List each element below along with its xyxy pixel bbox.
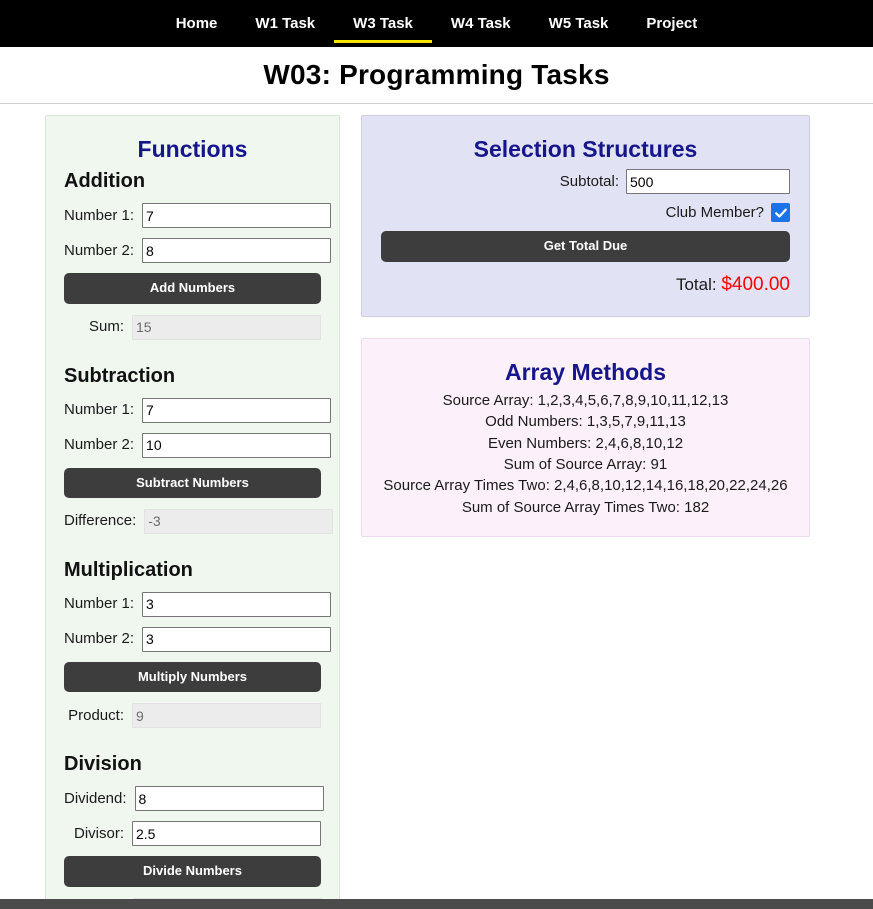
nav-link-home[interactable]: Home (157, 4, 237, 43)
total-label: Total: (675, 274, 717, 294)
total-due-row: Total: $400.00 (381, 274, 790, 297)
array-odd-line: Odd Numbers: 1,3,5,7,9,11,13 (485, 413, 686, 431)
main-navigation: Home W1 Task W3 Task W4 Task W5 Task Pro… (0, 0, 873, 47)
addition-heading: Addition (64, 170, 146, 193)
total-amount-value: $400.00 (721, 273, 790, 295)
addition-sum-row: Sum: (64, 314, 321, 340)
club-member-row: Club Member? (381, 203, 790, 223)
multiplication-number1-label: Number 1: (64, 595, 135, 613)
addition-number1-label: Number 1: (64, 206, 135, 224)
subtraction-number2-input[interactable] (142, 432, 332, 458)
division-dividend-row: Dividend: (64, 786, 324, 812)
multiply-numbers-button[interactable]: Multiply Numbers (64, 661, 321, 693)
division-dividend-input[interactable] (134, 786, 324, 812)
content-area: Functions Addition Number 1: Number 2: A… (0, 104, 873, 909)
array-methods-title: Array Methods (504, 359, 667, 386)
addition-sum-label: Sum: (88, 318, 124, 336)
subtract-numbers-button[interactable]: Subtract Numbers (64, 467, 321, 498)
addition-number1-row: Number 1: (64, 203, 332, 229)
subtraction-heading: Subtraction (64, 364, 176, 387)
subtraction-difference-label: Difference: (64, 512, 137, 530)
subtraction-number2-row: Number 2: (64, 432, 332, 458)
array-sum-line: Sum of Source Array: 91 (503, 455, 668, 473)
nav-link-w5-task[interactable]: W5 Task (530, 4, 628, 43)
multiplication-number2-input[interactable] (142, 626, 332, 652)
multiplication-product-output (132, 703, 321, 729)
addition-number2-row: Number 2: (64, 238, 332, 264)
division-heading: Division (64, 753, 142, 776)
nav-link-w4-task[interactable]: W4 Task (432, 4, 530, 43)
array-times-two-line: Source Array Times Two: 2,4,6,8,10,12,14… (383, 477, 788, 495)
multiplication-number2-row: Number 2: (64, 626, 332, 652)
subtraction-number1-input[interactable] (142, 397, 332, 423)
multiplication-product-label: Product: (68, 706, 124, 724)
addition-sum-output (132, 314, 321, 340)
checkmark-icon (774, 208, 787, 218)
array-methods-panel: Array Methods Source Array: 1,2,3,4,5,6,… (361, 338, 810, 537)
division-divisor-input[interactable] (132, 821, 321, 847)
division-divisor-row: Divisor: (64, 821, 321, 847)
selection-structures-title: Selection Structures (473, 135, 698, 162)
multiplication-product-row: Product: (64, 703, 321, 729)
nav-link-w1-task[interactable]: W1 Task (236, 4, 334, 43)
addition-number2-label: Number 2: (64, 241, 135, 259)
right-column: Selection Structures Subtotal: Club Memb… (340, 114, 810, 537)
addition-number2-input[interactable] (142, 238, 332, 264)
subtotal-input[interactable] (626, 169, 790, 195)
left-column: Functions Addition Number 1: Number 2: A… (0, 114, 340, 909)
page-viewport: Home W1 Task W3 Task W4 Task W5 Task Pro… (0, 0, 873, 909)
multiplication-number2-label: Number 2: (64, 630, 135, 648)
array-sum-times-two-line: Sum of Source Array Times Two: 182 (461, 498, 710, 516)
subtraction-number1-row: Number 1: (64, 397, 332, 423)
divide-numbers-button[interactable]: Divide Numbers (64, 856, 321, 887)
subtotal-label: Subtotal: (559, 173, 619, 191)
division-dividend-label: Dividend: (64, 789, 127, 807)
club-member-label: Club Member? (665, 204, 764, 222)
subtraction-number2-label: Number 2: (64, 436, 135, 454)
club-member-checkbox[interactable] (771, 203, 790, 223)
selection-structures-panel: Selection Structures Subtotal: Club Memb… (361, 114, 810, 318)
array-even-line: Even Numbers: 2,4,6,8,10,12 (487, 434, 684, 452)
multiplication-number1-row: Number 1: (64, 591, 332, 617)
horizontal-scrollbar[interactable] (0, 899, 873, 909)
addition-number1-input[interactable] (142, 203, 332, 229)
array-source-line: Source Array: 1,2,3,4,5,6,7,8,9,10,11,12… (442, 392, 729, 410)
subtraction-difference-row: Difference: (64, 508, 334, 534)
functions-title: Functions (137, 135, 248, 162)
subtotal-row: Subtotal: (381, 169, 790, 195)
multiplication-heading: Multiplication (64, 558, 193, 581)
get-total-due-button[interactable]: Get Total Due (381, 231, 790, 262)
functions-panel: Functions Addition Number 1: Number 2: A… (45, 114, 340, 909)
nav-link-project[interactable]: Project (627, 4, 716, 43)
add-numbers-button[interactable]: Add Numbers (64, 273, 321, 304)
nav-link-w3-task[interactable]: W3 Task (334, 4, 432, 43)
page-title: W03: Programming Tasks (263, 59, 610, 90)
subtraction-number1-label: Number 1: (64, 401, 135, 419)
subtraction-difference-output (144, 508, 334, 534)
division-divisor-label: Divisor: (73, 824, 124, 842)
multiplication-number1-input[interactable] (142, 591, 332, 617)
